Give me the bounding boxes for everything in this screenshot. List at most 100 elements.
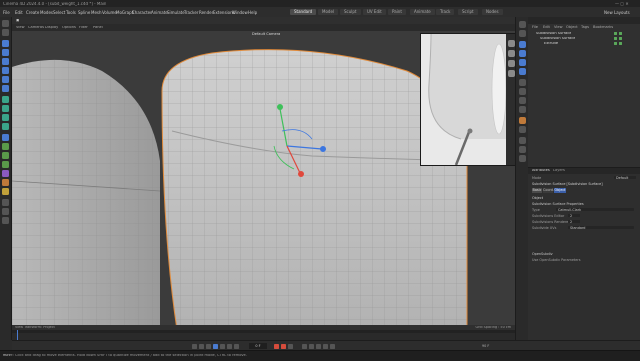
menu-tools[interactable]: Tools bbox=[66, 10, 76, 15]
fit-icon[interactable] bbox=[508, 70, 515, 77]
menu-simulate[interactable]: Simulate bbox=[167, 10, 185, 15]
key-scale-icon[interactable] bbox=[316, 343, 321, 349]
edges-mode-icon[interactable] bbox=[518, 50, 526, 57]
timeline[interactable] bbox=[12, 330, 515, 340]
polygon-pen-icon[interactable] bbox=[2, 96, 9, 103]
pan-icon[interactable] bbox=[508, 60, 515, 67]
nurbs-icon[interactable] bbox=[2, 152, 9, 159]
cube-icon[interactable] bbox=[2, 134, 9, 141]
playhead[interactable] bbox=[17, 330, 18, 340]
planar-workplane-icon[interactable] bbox=[518, 106, 526, 113]
enabled-check-icon[interactable] bbox=[619, 31, 622, 35]
render-view-icon[interactable] bbox=[518, 137, 526, 144]
tab-coord[interactable]: Coord. bbox=[543, 188, 554, 193]
layers-tab[interactable]: Layers bbox=[553, 169, 565, 173]
viewport-menu-cameras[interactable]: Cameras bbox=[28, 26, 44, 30]
menu-select[interactable]: Select bbox=[53, 10, 65, 15]
current-frame-field[interactable]: 0 F bbox=[249, 343, 267, 349]
magnet-icon[interactable] bbox=[2, 217, 9, 224]
array-icon[interactable] bbox=[2, 161, 9, 168]
viewport-menu-view[interactable]: View bbox=[16, 26, 25, 30]
spline-icon[interactable] bbox=[2, 143, 9, 150]
layout-tab-track[interactable]: Track bbox=[436, 8, 455, 15]
menu-help[interactable]: Help bbox=[248, 10, 257, 15]
texture-mode-icon[interactable] bbox=[518, 30, 526, 37]
om-menu-view[interactable]: View bbox=[554, 25, 563, 29]
snapping-icon[interactable] bbox=[518, 88, 526, 95]
opensubdiv-option[interactable]: Use OpenSubdiv Parameters bbox=[532, 258, 581, 262]
menu-tracker[interactable]: Tracker bbox=[184, 10, 198, 15]
render-settings-icon[interactable] bbox=[518, 146, 526, 153]
attributes-tab[interactable]: Attributes bbox=[532, 169, 550, 173]
knife-icon[interactable] bbox=[2, 105, 9, 112]
new-layouts-button[interactable]: New Layouts bbox=[604, 10, 630, 15]
live-selection-icon[interactable] bbox=[2, 49, 9, 56]
previous-frame-icon[interactable] bbox=[206, 343, 211, 349]
paint-icon[interactable] bbox=[2, 208, 9, 215]
menu-file[interactable]: File bbox=[3, 10, 10, 15]
record-icon[interactable] bbox=[274, 343, 279, 349]
solo-icon[interactable] bbox=[518, 117, 526, 124]
locked-workplane-icon[interactable] bbox=[518, 97, 526, 104]
previous-key-icon[interactable] bbox=[199, 343, 204, 349]
zoom-icon[interactable] bbox=[508, 50, 515, 57]
go-to-end-icon[interactable] bbox=[234, 343, 239, 349]
visibility-icon[interactable] bbox=[614, 41, 617, 45]
tab-object[interactable]: Object bbox=[554, 188, 566, 193]
menu-window[interactable]: Window bbox=[232, 10, 248, 15]
viewport-solo-icon[interactable] bbox=[518, 126, 526, 133]
polygons-mode-icon[interactable] bbox=[518, 59, 526, 66]
om-menu-object[interactable]: Object bbox=[566, 25, 578, 29]
layout-tab-animate[interactable]: Animate bbox=[410, 8, 435, 15]
deformer-icon[interactable] bbox=[2, 170, 9, 177]
next-key-icon[interactable] bbox=[227, 343, 232, 349]
end-frame-field[interactable]: 90 F bbox=[482, 344, 489, 348]
render-icon[interactable] bbox=[2, 199, 9, 206]
visibility-icon[interactable] bbox=[614, 36, 617, 40]
uv-mode-icon[interactable] bbox=[518, 68, 526, 75]
light-icon[interactable] bbox=[2, 188, 9, 195]
recent-icon[interactable] bbox=[2, 85, 9, 92]
object-row[interactable]: Extrude bbox=[528, 41, 640, 46]
key-rotation-icon[interactable] bbox=[309, 343, 314, 349]
menu-edit[interactable]: Edit bbox=[15, 10, 23, 15]
enable-axis-icon[interactable] bbox=[518, 79, 526, 86]
autokey-icon[interactable] bbox=[281, 343, 286, 349]
menu-spline[interactable]: Spline bbox=[78, 10, 90, 15]
om-menu-tags[interactable]: Tags bbox=[581, 25, 589, 29]
redo-icon[interactable] bbox=[2, 29, 9, 36]
layout-tab-uv-edit[interactable]: UV Edit bbox=[363, 8, 386, 15]
menu-create[interactable]: Create bbox=[26, 10, 39, 15]
rotate-icon[interactable] bbox=[2, 76, 9, 83]
viewport-menu-filter[interactable]: Filter bbox=[79, 26, 88, 30]
enabled-check-icon[interactable] bbox=[619, 41, 622, 45]
properties-section-title[interactable]: Subdivision Surface Properties bbox=[532, 202, 584, 206]
layout-tab-nodes[interactable]: Nodes bbox=[482, 8, 503, 15]
layout-tab-script[interactable]: Script bbox=[458, 8, 478, 15]
viewport-menu-options[interactable]: Options bbox=[62, 26, 76, 30]
window-controls[interactable]: — ▢ ✕ bbox=[615, 2, 629, 6]
menu-volume[interactable]: Volume bbox=[102, 10, 117, 15]
visibility-icon[interactable] bbox=[614, 31, 617, 35]
om-menu-file[interactable]: File bbox=[532, 25, 538, 29]
camera-icon[interactable] bbox=[2, 179, 9, 186]
layout-tab-standard[interactable]: Standard bbox=[290, 8, 317, 15]
viewport-menu-panel[interactable]: Panel bbox=[93, 26, 103, 30]
picture-viewer-icon[interactable] bbox=[518, 155, 526, 162]
layout-tab-model[interactable]: Model bbox=[318, 8, 339, 15]
opensubdiv-section-title[interactable]: OpenSubdiv bbox=[532, 252, 553, 256]
bevel-icon[interactable] bbox=[2, 123, 9, 130]
next-frame-icon[interactable] bbox=[220, 343, 225, 349]
om-menu-bookmarks[interactable]: Bookmarks bbox=[593, 25, 613, 29]
select-icon[interactable] bbox=[2, 40, 9, 47]
extrude-icon[interactable] bbox=[2, 114, 9, 121]
enabled-check-icon[interactable] bbox=[619, 36, 622, 40]
menu-render[interactable]: Render bbox=[199, 10, 213, 15]
image-tool-icon[interactable] bbox=[508, 40, 515, 47]
om-menu-edit[interactable]: Edit bbox=[543, 25, 550, 29]
layout-tab-sculpt[interactable]: Sculpt bbox=[340, 8, 361, 15]
tab-basic[interactable]: Basic bbox=[532, 188, 542, 193]
points-mode-icon[interactable] bbox=[518, 41, 526, 48]
viewport-menu-display[interactable]: Display bbox=[45, 26, 58, 30]
go-to-start-icon[interactable] bbox=[192, 343, 197, 349]
